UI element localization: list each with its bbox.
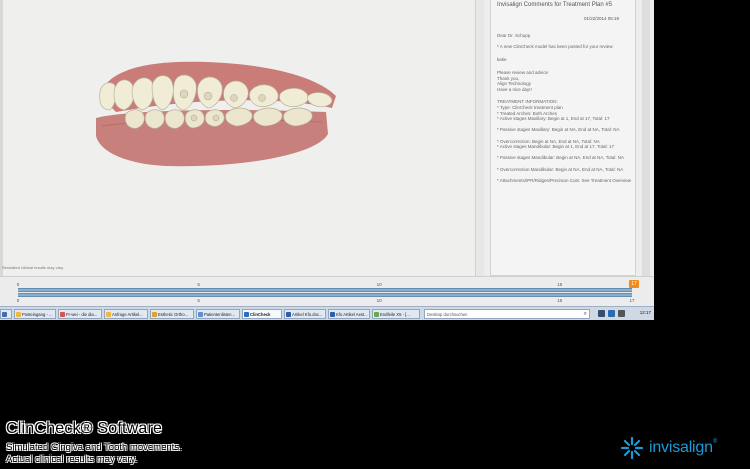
current-stage-marker[interactable]: 17: [629, 280, 639, 288]
app-icon: [60, 312, 65, 317]
comments-panel: Invisalign Comments for Treatment Plan #…: [484, 0, 654, 276]
taskbar-button-label: Patientenlisten...: [204, 312, 235, 317]
treatment-info-line: * Passive stages Maxillary: Begin at NA,…: [497, 127, 620, 133]
app-icon: [106, 312, 111, 317]
treatment-info-line: * Attachments/IPR/Ridges/Precision Cuts:…: [497, 177, 632, 183]
timeline-tick-label: 15: [557, 282, 563, 287]
maxillary-stage-track[interactable]: [18, 288, 632, 292]
tray-network-icon[interactable]: [608, 310, 615, 317]
taskbar-button-label: ClinCheck: [250, 312, 271, 317]
taskbar-button[interactable]: Artikel Kfo.doc...: [284, 309, 326, 319]
taskbar-clock[interactable]: 12:17: [640, 310, 651, 315]
taskbar-button-label: Esthetic Ortho...: [158, 312, 189, 317]
software-title: ClinCheck® Software: [6, 420, 163, 437]
app-icon: [244, 312, 249, 317]
taskbar-button-label: Posteingang - ...: [22, 312, 53, 317]
treatment-info-heading: TREATMENT INFORMATION:: [497, 99, 558, 104]
logo-word: invisalign: [649, 439, 713, 456]
dental-model[interactable]: [86, 56, 346, 174]
timeline-tick-label: 10: [376, 282, 382, 287]
tray-app-icon[interactable]: [598, 310, 605, 317]
comments-scrollbar[interactable]: [642, 0, 650, 276]
timeline-tick-label: 0: [16, 298, 20, 303]
taskbar: Posteingang - ... Fr-wei - die dia... Anfr…: [0, 306, 654, 320]
app-icon: [374, 312, 379, 317]
timeline-tick-label: 17: [629, 298, 635, 303]
taskbar-button-label: Fr-wei - die dia...: [66, 312, 98, 317]
app-icon: [330, 312, 335, 317]
comments-date: 01/22/2014 05:19: [583, 16, 619, 21]
search-placeholder: Desktop durchsuchen: [427, 312, 468, 317]
app-icon: [286, 312, 291, 317]
taskbar-button[interactable]: Endfeile X5 - [...: [372, 309, 420, 319]
taskbar-button[interactable]: Anfrage Artikel...: [104, 309, 148, 319]
taskbar-button-label: Anfrage Artikel...: [112, 312, 143, 317]
comment-signer: katie: [497, 57, 507, 62]
stage-timeline[interactable]: 0 5 10 15 0 5 10 15 17 17: [0, 276, 654, 306]
screen: Simulated clinical results may vary. Inv…: [0, 0, 654, 320]
taskbar-button[interactable]: Esthetic Ortho...: [150, 309, 194, 319]
timeline-tick-label: 0: [16, 282, 20, 287]
viewport-disclaimer: Simulated clinical results may vary.: [2, 265, 64, 270]
comment-greeting: Dear Dr. Schupp: [497, 33, 531, 38]
taskbar-button[interactable]: Kfo Artikel Aest...: [328, 309, 370, 319]
taskbar-button[interactable]: [0, 309, 12, 319]
logo-registered-mark: ®: [712, 439, 718, 445]
taskbar-button[interactable]: Patientenlisten...: [196, 309, 240, 319]
invisalign-wordmark: invisalign®: [649, 439, 717, 457]
taskbar-button[interactable]: Fr-wei - die dia...: [58, 309, 102, 319]
treatment-info-line: * Overcorrection Mandibular: Begin at NA…: [497, 166, 624, 172]
taskbar-button-label: Endfeile X5 - [...: [380, 312, 410, 317]
timeline-tick-label: 5: [197, 282, 200, 287]
treatment-info-line: * Active stages Mandibular: Begin at 1, …: [497, 144, 614, 150]
taskbar-button[interactable]: Posteingang - ...: [14, 309, 56, 319]
disclaimer-line-1: Simulated Gingiva and Tooth movements.: [6, 442, 182, 453]
comment-posted-note: * A new ClinCheck model has been posted …: [497, 44, 613, 49]
search-icon[interactable]: ⌕: [584, 310, 587, 319]
3d-viewport[interactable]: Simulated clinical results may vary.: [0, 0, 476, 276]
timeline-tick-label: 15: [557, 298, 563, 303]
app-icon: [16, 312, 21, 317]
invisalign-logo: invisalign®: [620, 436, 746, 462]
treatment-info-line: * Active stages Maxillary: Begin at 1, E…: [497, 116, 610, 122]
desktop-search-input[interactable]: Desktop durchsuchen ⌕: [424, 309, 590, 319]
timeline-tick-label: 5: [197, 298, 200, 303]
comments-title: Invisalign Comments for Treatment Plan #…: [497, 2, 613, 8]
taskbar-button-label: Artikel Kfo.doc...: [292, 312, 323, 317]
disclaimer-line-2: Actual clinical results may vary.: [6, 454, 138, 465]
treatment-info-line: * Passive stages Mandibular: Begin at NA…: [497, 155, 624, 161]
timeline-tick-label: 10: [376, 298, 382, 303]
comment-closing-4: Have a nice day!!: [497, 86, 532, 92]
mandibular-stage-track[interactable]: [18, 293, 632, 297]
taskbar-button-label: Kfo Artikel Aest...: [336, 312, 368, 317]
app-icon: [152, 312, 157, 317]
app-icon: [198, 312, 203, 317]
comments-content[interactable]: Invisalign Comments for Treatment Plan #…: [490, 0, 636, 276]
taskbar-button[interactable]: ClinCheck: [242, 309, 282, 319]
invisalign-star-icon: [620, 436, 644, 460]
app-icon: [2, 312, 7, 317]
viewport-edge: [0, 0, 3, 276]
tray-volume-icon[interactable]: [618, 310, 625, 317]
